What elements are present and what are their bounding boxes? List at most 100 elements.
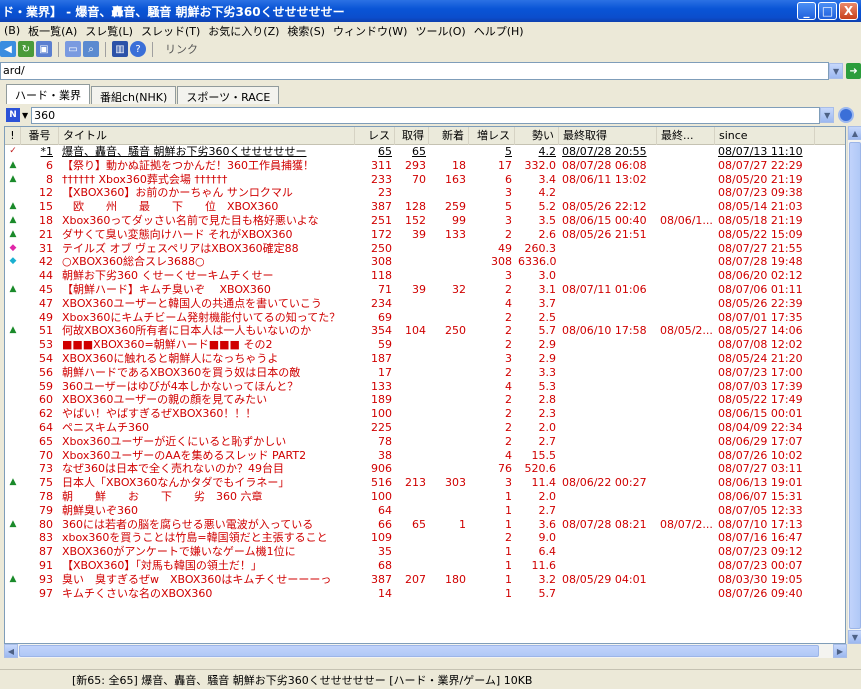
refresh-icon[interactable]: ↻ (18, 41, 34, 57)
col-number[interactable]: 番号 (21, 127, 59, 145)
thread-row[interactable]: ◆ 42 ○XBOX360総合スレ3688○ 308 308 6336.0 08/07/28… (5, 255, 845, 269)
thread-row[interactable]: ▲ 93 臭い 臭すぎるぜw XBOX360はキムチくせーーーっ 387 207 180 1… (5, 573, 845, 587)
filter-options-icon[interactable] (838, 107, 855, 123)
tab-sports-race[interactable]: スポーツ・RACE (177, 86, 280, 104)
col-fetched[interactable]: 取得 (395, 127, 429, 145)
menu-board-list[interactable]: 板一覧(A) (24, 23, 81, 39)
address-dropdown-icon[interactable]: ▼ (829, 63, 844, 79)
row-new-count (429, 587, 469, 601)
thread-row[interactable]: ▲ 45 【朝鮮ハード】キムチ臭いぞ XBOX360 71 39 32 2 3.1 08/07/… (5, 283, 845, 297)
go-icon[interactable]: ➜ (846, 63, 861, 79)
row-since: 08/05/22 15:09 (718, 227, 803, 241)
menu-favorites[interactable]: お気に入り(Z) (204, 23, 283, 39)
row-extra (815, 449, 833, 463)
row-mark-icon (5, 186, 21, 200)
menu-search[interactable]: 検索(S) (283, 23, 329, 39)
thread-row[interactable]: 59 360ユーザーはゆびが4本しかないってほんと？ 133 4 5.3 08/07/03… (5, 380, 845, 394)
thread-row[interactable]: ▲ 18 Xbox360ってダッさい名前で見た目も格好悪いよな 251 152 99 3 3.… (5, 214, 845, 228)
col-res[interactable]: レス (355, 127, 395, 145)
col-last-fetched[interactable]: 最終取得 (559, 127, 657, 145)
menu-thread[interactable]: スレッド(T) (137, 23, 204, 39)
thread-row[interactable]: 78 朝 鮮 お 下 劣 360 六章 100 1 2.0 08/06/07 15:31 (5, 490, 845, 504)
horizontal-scroll-thumb[interactable] (19, 645, 819, 657)
back-icon[interactable]: ◀ (0, 41, 16, 57)
thread-row[interactable]: ◆ 31 テイルズ オブ ヴェスペリアはXBOX360確定88 250 49 260.3 0… (5, 242, 845, 256)
row-new-count (429, 559, 469, 573)
thread-row[interactable]: 87 XBOX360がアンケートで嫌いなゲーム機1位に 35 1 6.4 08/07/23… (5, 545, 845, 559)
thread-row[interactable]: ▲ 15 欧 州 最 下 位 XBOX360 387 128 259 5 5.2 08/05/… (5, 200, 845, 214)
row-momentum: 2.7 (538, 434, 557, 448)
thread-row[interactable]: 91 【XBOX360】「対馬も韓国の領土だ！」 68 1 11.6 08/07/23 0… (5, 559, 845, 573)
col-new[interactable]: 新着 (429, 127, 469, 145)
maximize-button[interactable]: □ (818, 2, 837, 20)
thread-row[interactable]: 60 XBOX360ユーザーの親の顔を見てみたい 189 2 2.8 08/05/22 1… (5, 393, 845, 407)
menu-tools[interactable]: ツール(O) (411, 23, 469, 39)
menu-window[interactable]: ウィンドウ(W) (329, 23, 411, 39)
search-icon[interactable]: ⌕ (83, 41, 99, 57)
row-since: 08/07/26 09:40 (718, 586, 803, 600)
thread-row[interactable]: 53 ■■■XBOX360=朝鮮ハード■■■ その2 59 2 2.9 08/07/08 … (5, 338, 845, 352)
thread-row[interactable]: ▲ 21 ダサくて臭い変態向けハード それがXBOX360 172 39 133 2 2.6 0… (5, 228, 845, 242)
row-since: 08/07/23 09:12 (718, 545, 803, 559)
thread-row[interactable]: 47 XBOX360ユーザーと韓国人の共通点を書いていこう 234 4 3.7 08/05… (5, 297, 845, 311)
thread-row[interactable]: 70 Xbox360ユーザーのAAを集めるスレッド PART2 38 4 15.5 08/… (5, 449, 845, 463)
copy-icon[interactable]: ▣ (36, 41, 52, 57)
thread-row[interactable]: 49 Xbox360にキムチビーム発射機能付いてるの知ってた？ 69 2 2.5 08/0… (5, 311, 845, 325)
thread-row[interactable]: 65 Xbox360ユーザーが近くにいると恥ずかしい 78 2 2.7 08/06/29 … (5, 435, 845, 449)
thread-row[interactable]: 12 【XBOX360】お前のかーちゃん サンロクマル 23 3 4.2 08/07/23… (5, 186, 845, 200)
help-icon[interactable]: ? (130, 41, 146, 57)
filter-mode-dropdown-icon[interactable]: ▼ (22, 111, 28, 120)
row-new-count (429, 380, 469, 394)
row-since: 08/07/28 19:48 (718, 255, 803, 269)
menu-help[interactable]: ヘルプ(H) (470, 23, 528, 39)
vertical-scrollbar[interactable]: ▲ ▼ (847, 126, 861, 644)
tab-hard-industry[interactable]: ハード・業界 (6, 84, 90, 104)
address-input[interactable]: ard/ (0, 62, 830, 80)
filter-dropdown-icon[interactable]: ▼ (820, 107, 835, 123)
thread-row[interactable]: 54 XBOX360に触れると朝鮮人になっちゃうよ 187 3 2.9 08/05/24 … (5, 352, 845, 366)
thread-row[interactable]: 97 キムチくさいな名のXBOX360 14 1 5.7 08/07/26 09:40 (5, 587, 845, 601)
row-last-write: 08/06/1... (660, 213, 713, 227)
col-increase[interactable]: 増レス (469, 127, 515, 145)
col-since[interactable]: since (715, 127, 815, 145)
col-mark[interactable]: ! (5, 127, 21, 145)
scroll-up-icon[interactable]: ▲ (848, 126, 861, 140)
row-title: Xbox360ユーザーが近くにいると恥ずかしい (62, 434, 287, 448)
horizontal-scrollbar[interactable]: ◀ ▶ (4, 644, 847, 658)
comment-icon[interactable]: ▭ (65, 41, 81, 57)
col-title[interactable]: タイトル (59, 127, 355, 145)
row-momentum: 6336.0 (518, 255, 557, 269)
scroll-left-icon[interactable]: ◀ (4, 644, 18, 658)
row-last-write (657, 311, 715, 325)
scroll-right-icon[interactable]: ▶ (833, 644, 847, 658)
book-icon[interactable]: ▥ (112, 41, 128, 57)
menu-board-partial[interactable]: (B) (0, 24, 24, 37)
thread-row[interactable]: ▲ 51 何故XBOX360所有者に日本人は一人もいないのか 354 104 250 2 5.… (5, 324, 845, 338)
close-button[interactable]: X (839, 2, 858, 20)
row-mark-icon: ▲ (9, 228, 17, 239)
thread-row[interactable]: 62 やばい！やばすぎるぜXBOX360！！！ 100 2 2.3 08/06/15 00… (5, 407, 845, 421)
scroll-down-icon[interactable]: ▼ (848, 630, 861, 644)
thread-row[interactable]: 79 朝鮮臭いぞ360 64 1 2.7 08/07/05 12:33 (5, 504, 845, 518)
filter-mode-icon[interactable]: N (6, 108, 20, 122)
col-momentum[interactable]: 勢い (515, 127, 559, 145)
tab-nhk[interactable]: 番組ch(NHK) (91, 86, 177, 104)
thread-row[interactable]: ✓ *1 爆音、轟音、騒音 朝鮮お下劣360くせせせせせー 65 65 5 4.2 08/07… (5, 145, 845, 159)
minimize-button[interactable]: _ (797, 2, 816, 20)
thread-row[interactable]: 56 朝鮮ハードであるXBOX360を買う奴は日本の敵 17 2 3.3 08/07/23… (5, 366, 845, 380)
thread-row[interactable]: 73 なぜ360は日本で全く売れないのか？49台目 906 76 520.6 08/07/… (5, 462, 845, 476)
thread-row[interactable]: ▲ 6 【祭り】動かぬ証拠をつかんだ！360工作員捕獲！ 311 293 18 17 332.… (5, 159, 845, 173)
thread-row[interactable]: 64 ペニスキムチ360 225 2 2.0 08/04/09 22:34 (5, 421, 845, 435)
thread-row[interactable]: ▲ 80 360には若者の脳を腐らせる悪い電波が入っている 66 65 1 1 3.6 08/0… (5, 518, 845, 532)
thread-row[interactable]: ▲ 75 日本人「XBOX360なんかタダでもイラネー」 516 213 303 3 11.4… (5, 476, 845, 490)
col-last-write[interactable]: 最終... (657, 127, 715, 145)
row-fetched-count (395, 242, 429, 256)
vertical-scroll-thumb[interactable] (849, 142, 861, 629)
thread-row[interactable]: 83 xbox360を買うことは竹島=韓国領だと主張すること 109 2 9.0 08/0… (5, 531, 845, 545)
thread-row[interactable]: 44 朝鮮お下劣360 くせーくせーキムチくせー 118 3 3.0 08/06/20 0… (5, 269, 845, 283)
thread-row[interactable]: ▲ 8 †††††† Xbox360葬式会場 †††††† 233 70 163 6 3.4 0… (5, 173, 845, 187)
row-momentum: 3.2 (538, 572, 557, 586)
col-extra[interactable] (815, 127, 833, 145)
menu-thread-list[interactable]: スレ覧(L) (81, 23, 137, 39)
filter-input[interactable]: 360 (31, 106, 821, 124)
